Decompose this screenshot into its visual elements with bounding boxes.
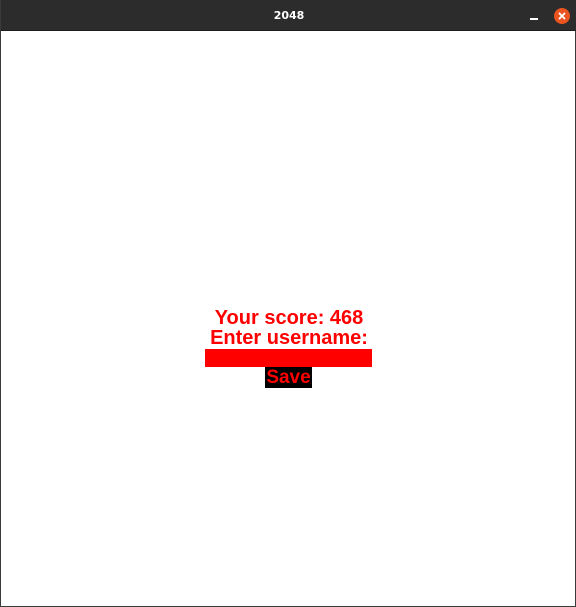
app-window: 2048 Your score: 468 Enter username: Sav… [0, 0, 576, 607]
title-bar[interactable]: 2048 [1, 0, 576, 31]
minimize-button[interactable] [526, 8, 542, 24]
username-input[interactable] [205, 349, 372, 367]
username-prompt: Enter username: [210, 327, 368, 349]
close-button[interactable] [554, 8, 570, 24]
minimize-icon [530, 18, 538, 20]
save-button[interactable]: Save [265, 367, 312, 388]
game-canvas: Your score: 468 Enter username: Save [1, 31, 575, 606]
close-icon [558, 12, 566, 20]
score-label: Your score: 468 [214, 307, 364, 329]
window-title: 2048 [273, 9, 305, 22]
